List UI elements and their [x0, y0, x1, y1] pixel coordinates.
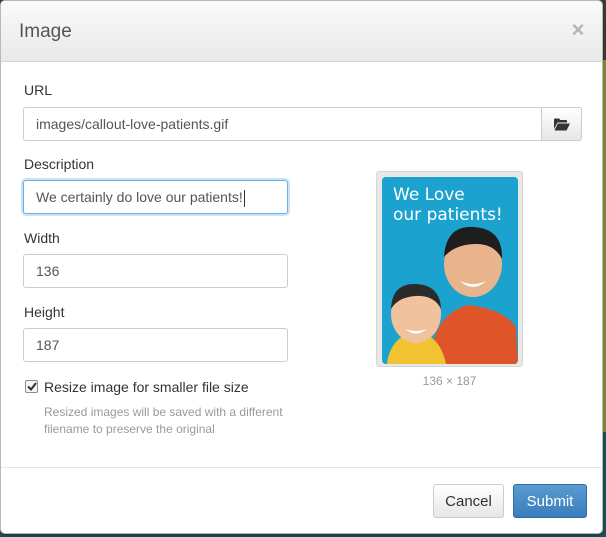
- checkmark-icon: [26, 382, 37, 391]
- resize-label[interactable]: Resize image for smaller file size: [44, 379, 249, 395]
- preview-caption-line1: We Love: [393, 185, 465, 205]
- image-dialog: Image × URL images/callout-love-patients…: [0, 0, 603, 534]
- preview-image-caption: We Love our patients!: [393, 185, 503, 225]
- dialog-header: Image ×: [1, 1, 602, 62]
- height-label: Height: [24, 304, 65, 320]
- close-button[interactable]: ×: [568, 18, 588, 42]
- description-input[interactable]: We certainly do love our patients!: [23, 180, 288, 214]
- dialog-footer: Cancel Submit: [1, 467, 602, 533]
- url-label: URL: [24, 82, 53, 98]
- width-label: Width: [24, 230, 60, 246]
- resize-checkbox[interactable]: [25, 380, 38, 393]
- cancel-button[interactable]: Cancel: [433, 484, 504, 518]
- preview-image: We Love our patients!: [382, 177, 518, 364]
- browse-button[interactable]: [541, 107, 582, 141]
- resize-help-text: Resized images will be saved with a diff…: [44, 405, 283, 436]
- folder-open-icon: [553, 118, 570, 130]
- image-preview: We Love our patients!: [376, 171, 523, 367]
- preview-caption-line2: our patients!: [393, 205, 503, 225]
- submit-button[interactable]: Submit: [513, 484, 587, 518]
- image-dimensions: 136 × 187: [422, 374, 477, 388]
- width-input[interactable]: 136: [23, 254, 288, 288]
- text-caret: [243, 189, 245, 207]
- close-icon: ×: [571, 17, 585, 42]
- dialog-title: Image: [19, 21, 72, 42]
- description-label: Description: [24, 156, 95, 172]
- height-input[interactable]: 187: [23, 328, 288, 362]
- dialog-body: URL images/callout-love-patients.gif Des…: [1, 62, 602, 467]
- url-input[interactable]: images/callout-love-patients.gif: [23, 107, 542, 141]
- description-value: We certainly do love our patients!: [36, 189, 243, 205]
